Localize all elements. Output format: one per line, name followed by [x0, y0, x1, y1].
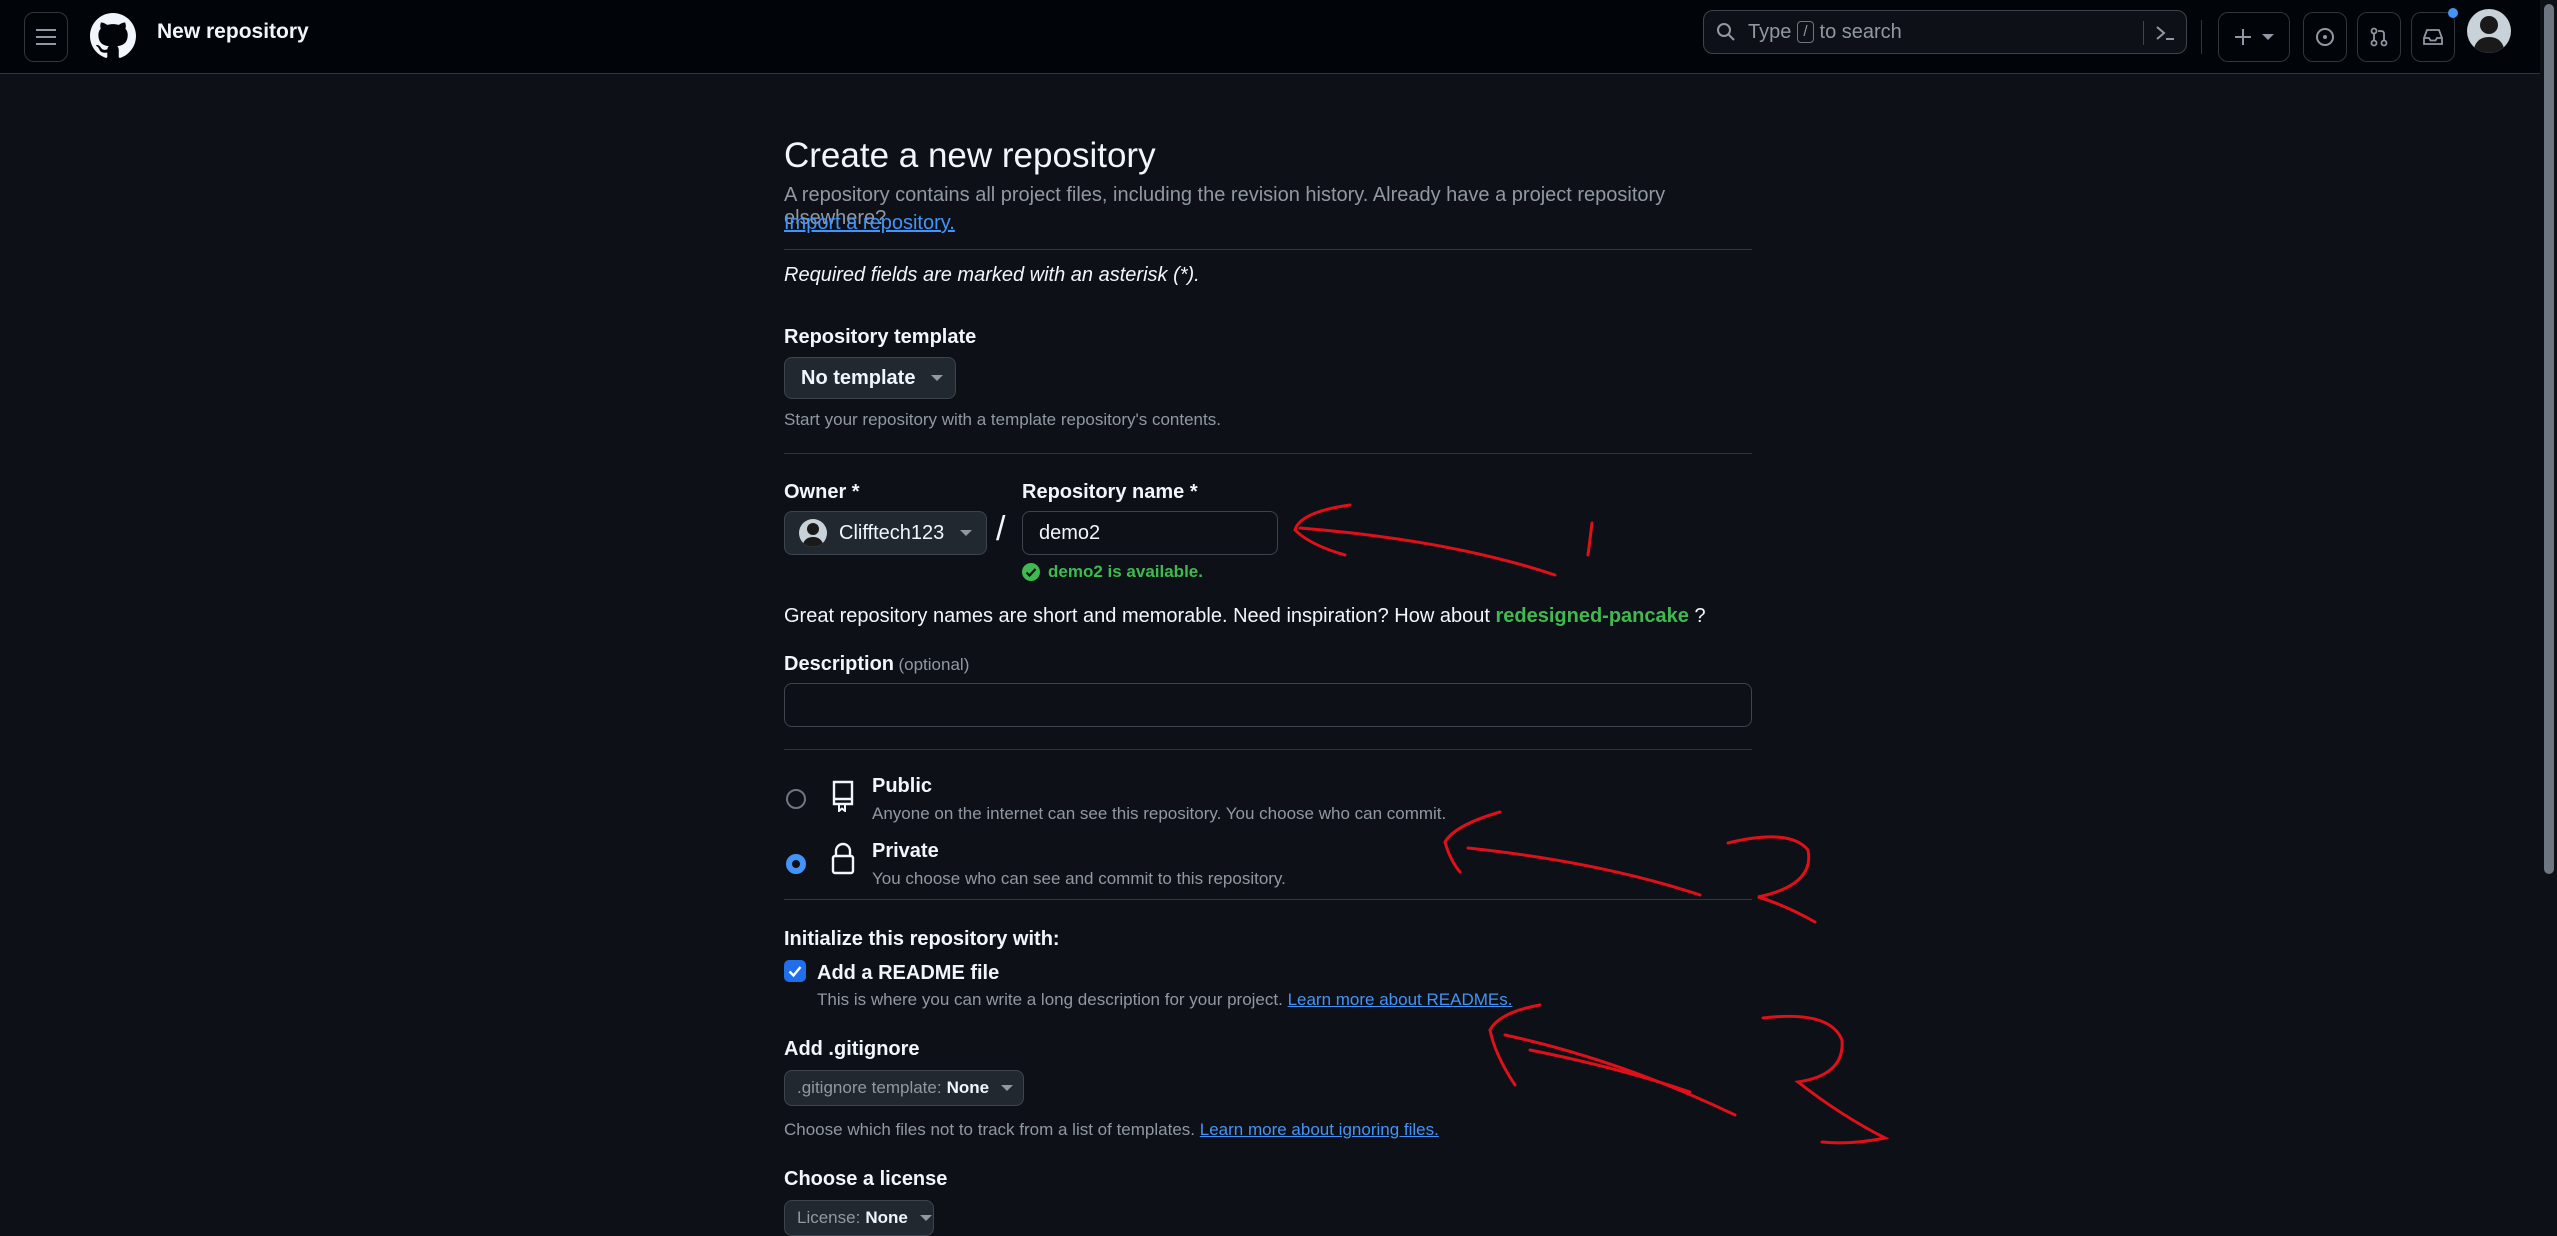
create-new-button[interactable] — [2218, 12, 2290, 62]
chevron-down-icon — [960, 530, 973, 536]
chevron-down-icon — [2262, 34, 2274, 40]
readme-checkbox[interactable] — [784, 960, 806, 982]
inbox-icon — [2423, 29, 2443, 45]
owner-select-button[interactable]: Clifftech123 — [784, 511, 987, 555]
avatar[interactable] — [2467, 9, 2511, 53]
search-placeholder-suffix: to search — [1819, 20, 1902, 43]
pull-requests-button[interactable] — [2357, 12, 2401, 62]
learn-gitignore-link[interactable]: Learn more about ignoring files. — [1200, 1120, 1439, 1139]
suggestion-suffix: ? — [1694, 605, 1706, 627]
suggestion-text: Great repository names are short and mem… — [784, 605, 1490, 627]
readme-label[interactable]: Add a README file — [817, 962, 999, 985]
plus-icon — [2235, 29, 2251, 45]
section-divider-4 — [784, 899, 1752, 900]
description-label-text: Description — [784, 653, 895, 675]
search-input[interactable]: Type / to search — [1703, 10, 2187, 54]
lock-icon — [831, 842, 855, 875]
annotation-arrow-2 — [1443, 810, 1817, 924]
gitignore-select-button[interactable]: .gitignore template: None — [784, 1070, 1024, 1106]
suggested-name[interactable]: redesigned-pancake — [1495, 605, 1688, 627]
license-select-button[interactable]: License: None — [784, 1200, 934, 1236]
owner-avatar — [799, 519, 827, 547]
owner-repo-separator: / — [996, 510, 1006, 548]
header-divider — [2201, 20, 2202, 54]
learn-readme-link[interactable]: Learn more about READMEs. — [1288, 990, 1513, 1009]
public-description: Anyone on the internet can see this repo… — [872, 804, 1447, 823]
check-circle-icon — [1022, 563, 1040, 581]
search-divider — [2143, 21, 2144, 45]
section-divider-1 — [784, 249, 1752, 250]
private-radio[interactable] — [786, 854, 806, 874]
gitignore-label: Add .gitignore — [784, 1038, 920, 1060]
gitignore-select-prefix: .gitignore template: — [797, 1078, 942, 1097]
name-suggestion: Great repository names are short and mem… — [784, 605, 1706, 628]
scrollbar-thumb[interactable] — [2544, 4, 2554, 874]
gitignore-hint-text: Choose which files not to track from a l… — [784, 1120, 1196, 1139]
search-shortcut-key: / — [1797, 21, 1814, 43]
command-palette-icon[interactable] — [2154, 23, 2176, 43]
user-avatar-icon — [2473, 16, 2505, 53]
chevron-down-icon — [931, 375, 944, 381]
repo-icon — [832, 780, 854, 812]
repo-name-input[interactable] — [1022, 511, 1278, 555]
license-select-value: None — [865, 1208, 908, 1227]
template-label: Repository template — [784, 326, 977, 348]
github-logo-icon[interactable] — [90, 13, 136, 59]
license-select-prefix: License: — [797, 1208, 861, 1227]
annotation-arrow-3 — [1488, 1003, 1890, 1145]
template-select-button[interactable]: No template — [784, 357, 956, 399]
owner-value: Clifftech123 — [839, 521, 945, 544]
readme-desc-text: This is where you can write a long descr… — [817, 990, 1283, 1009]
private-description: You choose who can see and commit to thi… — [872, 869, 1286, 888]
pull-request-icon — [2370, 27, 2388, 47]
chevron-down-icon — [1001, 1085, 1014, 1091]
initialize-heading: Initialize this repository with: — [784, 928, 1060, 950]
issue-opened-icon — [2316, 28, 2334, 46]
public-radio[interactable] — [786, 789, 806, 809]
owner-avatar-icon — [802, 523, 824, 547]
check-icon — [788, 966, 802, 978]
template-hint: Start your repository with a template re… — [784, 410, 1221, 429]
public-label[interactable]: Public — [872, 775, 932, 798]
notification-dot — [2448, 8, 2458, 18]
inbox-button[interactable] — [2411, 8, 2458, 62]
section-divider-2 — [784, 453, 1752, 454]
page-title: Create a new repository — [784, 136, 1156, 175]
search-placeholder-prefix: Type — [1748, 20, 1792, 43]
license-label: Choose a license — [784, 1168, 948, 1190]
scrollbar[interactable] — [2540, 0, 2557, 1225]
description-input[interactable] — [784, 683, 1752, 727]
chevron-down-icon — [919, 1215, 932, 1221]
menu-button[interactable] — [24, 12, 68, 62]
template-value: No template — [801, 366, 916, 389]
gitignore-select-value: None — [946, 1078, 990, 1097]
availability-message: demo2 is available. — [1022, 562, 1203, 582]
required-note: Required fields are marked with an aster… — [784, 264, 1200, 286]
availability-text: demo2 is available. — [1048, 562, 1203, 581]
gitignore-hint: Choose which files not to track from a l… — [784, 1120, 1439, 1140]
private-label[interactable]: Private — [872, 840, 939, 863]
owner-label: Owner * — [784, 481, 860, 503]
description-optional: (optional) — [898, 655, 970, 674]
search-icon — [1717, 23, 1735, 41]
header-title: New repository — [157, 20, 309, 43]
description-label: Description (optional) — [784, 653, 969, 676]
hamburger-icon — [36, 29, 56, 45]
readme-description: This is where you can write a long descr… — [817, 990, 1512, 1010]
section-divider-3 — [784, 749, 1752, 750]
annotation-arrow-1 — [1293, 503, 1594, 577]
import-repository-link[interactable]: Import a repository. — [784, 212, 955, 235]
repo-name-label: Repository name * — [1022, 481, 1198, 503]
top-header: New repository Type / to search — [0, 0, 2557, 74]
issues-button[interactable] — [2303, 12, 2347, 62]
